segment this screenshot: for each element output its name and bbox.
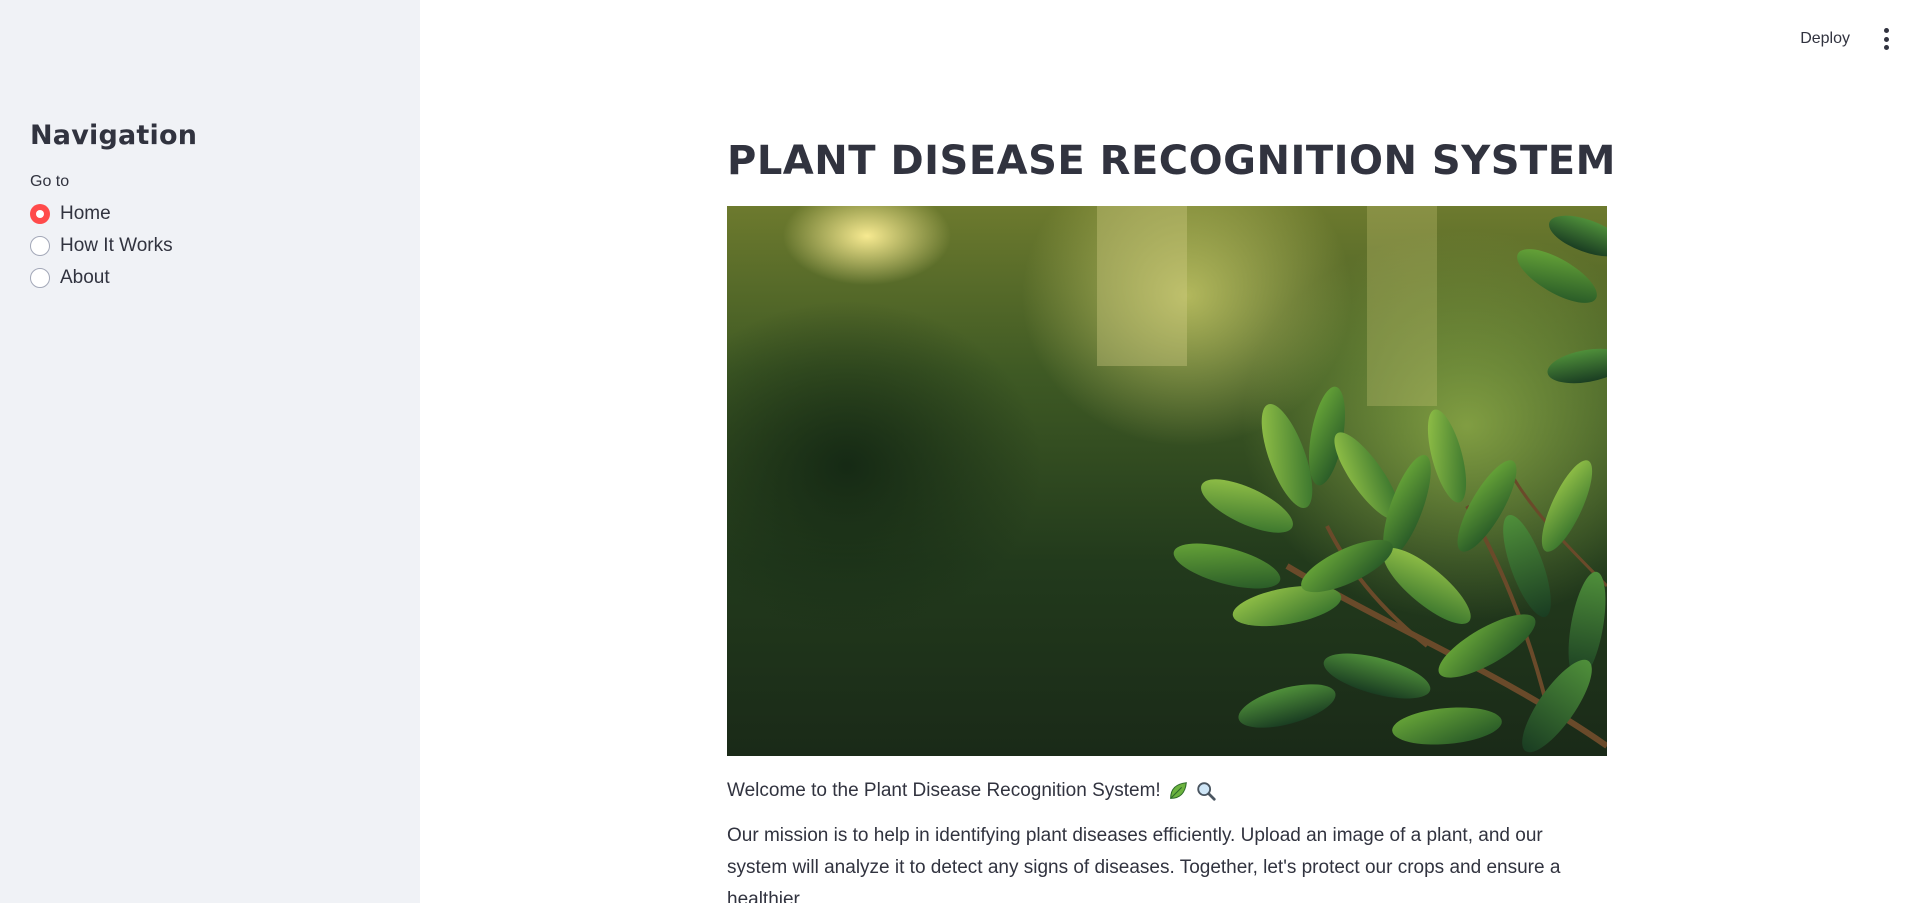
navigation-radio-group: Home How It Works About — [30, 203, 390, 289]
radio-option-about[interactable]: About — [30, 267, 390, 289]
radio-checked-icon[interactable] — [30, 204, 50, 224]
main-content: Deploy PLANT DISEASE RECOGNITION SYSTEM — [420, 0, 1914, 903]
leaves-illustration — [1097, 206, 1607, 753]
page-title: PLANT DISEASE RECOGNITION SYSTEM — [727, 138, 1616, 184]
radio-unchecked-icon[interactable] — [30, 268, 50, 288]
plant-leaves-image — [727, 206, 1607, 756]
top-toolbar: Deploy — [1796, 24, 1892, 54]
welcome-text: Welcome to the Plant Disease Recognition… — [727, 780, 1607, 802]
radio-option-label: About — [60, 267, 110, 288]
deploy-button[interactable]: Deploy — [1796, 24, 1854, 54]
radio-unchecked-icon[interactable] — [30, 236, 50, 256]
radio-option-label: Home — [60, 203, 111, 224]
page-body: PLANT DISEASE RECOGNITION SYSTEM Welcome… — [727, 138, 1616, 903]
radio-option-home[interactable]: Home — [30, 203, 390, 225]
radio-option-label: How It Works — [60, 235, 173, 256]
kebab-menu-icon[interactable] — [1880, 26, 1892, 52]
radio-group-label: Go to — [30, 173, 70, 190]
magnifier-icon — [1196, 782, 1216, 801]
app-root: Navigation Go to Home How It Works About… — [0, 0, 1914, 903]
sidebar-title: Navigation — [30, 120, 198, 151]
radio-option-how-it-works[interactable]: How It Works — [30, 235, 390, 257]
mission-text: Our mission is to help in identifying pl… — [727, 825, 1561, 903]
welcome-message: Welcome to the Plant Disease Recognition… — [727, 780, 1161, 801]
leaf-icon — [1169, 782, 1187, 799]
sidebar: Navigation Go to Home How It Works About — [0, 0, 420, 903]
